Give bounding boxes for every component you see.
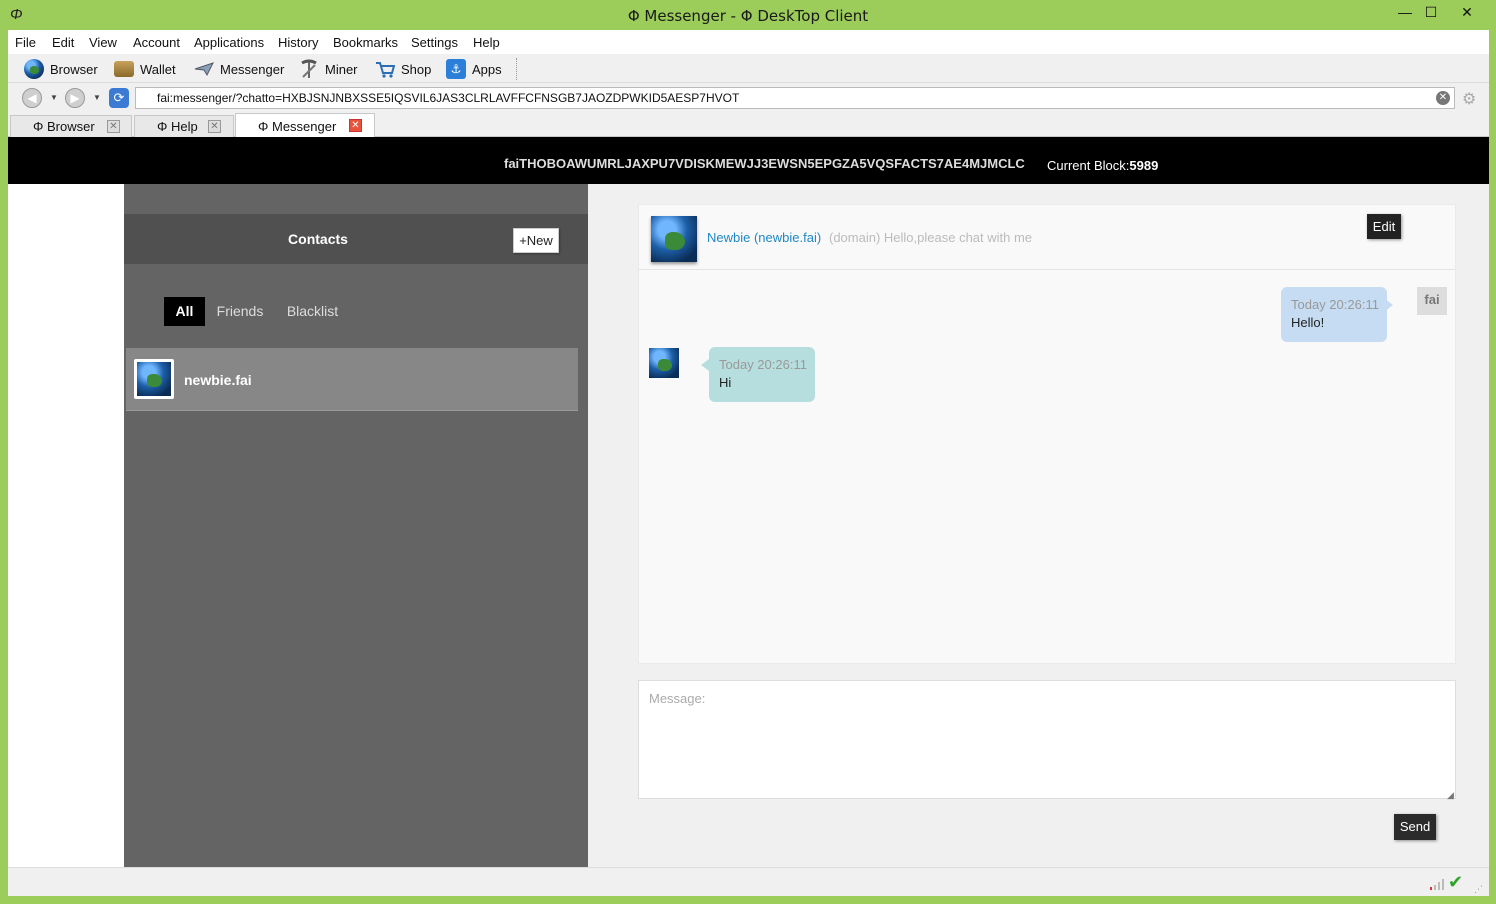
tab-close-icon[interactable]: ✕ [349, 119, 362, 132]
resize-grip-icon[interactable]: ◢ [1447, 790, 1454, 801]
account-header: faiTHOBOAWUMRLJAXPU7VDISKMEWJJ3EWSN5EPGZ… [8, 137, 1489, 184]
menu-history[interactable]: History [278, 35, 318, 50]
message-time: Today 20:26:11 [1291, 297, 1379, 312]
refresh-icon[interactable]: ⟳ [109, 88, 129, 108]
forward-dropdown-icon[interactable]: ▼ [93, 93, 101, 102]
tab-help-label: Φ Help [157, 119, 198, 134]
status-bar: ✔ ⋰ [8, 867, 1489, 896]
current-block-label: Current Block: [1047, 158, 1130, 173]
pickaxe-icon [301, 59, 317, 78]
url-text: fai:messenger/?chatto=HXBJSNJNBXSSE5IQSV… [157, 91, 740, 105]
toolbar-messenger-label: Messenger [220, 61, 285, 77]
window-resize-grip-icon[interactable]: ⋰ [1474, 884, 1483, 895]
signal-strength-icon [1430, 878, 1446, 890]
chat-area: Newbie (newbie.fai) (domain) Hello,pleas… [588, 184, 1489, 867]
menu-file[interactable]: File [15, 35, 36, 50]
incoming-message: Today 20:26:11 Hi [701, 347, 815, 402]
menu-account[interactable]: Account [133, 35, 180, 50]
new-contact-button[interactable]: +New [513, 228, 559, 253]
toolbar-separator [516, 58, 518, 80]
app-toolbar: Browser Wallet Messenger Miner Shop ⚓ Ap… [8, 54, 1489, 83]
menu-view[interactable]: View [89, 35, 117, 50]
menu-applications[interactable]: Applications [194, 35, 264, 50]
wallet-icon [114, 61, 134, 77]
tab-help[interactable]: Φ Help ✕ [134, 115, 234, 137]
current-block: Current Block:5989 [1047, 158, 1158, 173]
toolbar-browser-button[interactable]: Browser [24, 58, 98, 80]
tab-messenger-label: Φ Messenger [258, 119, 337, 134]
tab-browser-label: Φ Browser [33, 119, 95, 134]
toolbar-apps-label: Apps [472, 61, 502, 77]
back-dropdown-icon[interactable]: ▼ [50, 93, 58, 102]
contact-avatar [134, 359, 174, 399]
tab-bar: Φ Browser ✕ Φ Help ✕ Φ Messenger ✕ [8, 113, 1489, 137]
peer-info: (domain) Hello,please chat with me [829, 230, 1033, 245]
toolbar-miner-button[interactable]: Miner [299, 58, 358, 80]
globe-icon [137, 362, 171, 396]
contacts-header: Contacts +New [124, 214, 588, 264]
messenger-icon [194, 62, 214, 77]
filter-friends[interactable]: Friends [211, 297, 269, 326]
peer-name-link[interactable]: Newbie (newbie.fai) [707, 230, 821, 245]
message-time: Today 20:26:11 [719, 357, 807, 372]
tab-close-icon[interactable]: ✕ [208, 120, 221, 133]
connected-check-icon: ✔ [1448, 872, 1464, 892]
tab-messenger[interactable]: Φ Messenger ✕ [235, 113, 375, 137]
message-input[interactable] [638, 680, 1456, 799]
contact-list-item[interactable]: newbie.fai [126, 348, 578, 411]
chat-window: Newbie (newbie.fai) (domain) Hello,pleas… [638, 204, 1456, 664]
apps-icon: ⚓ [446, 59, 466, 79]
peer-avatar [651, 216, 697, 262]
clear-url-icon[interactable]: ✕ [1436, 91, 1450, 105]
close-button[interactable]: ✕ [1452, 2, 1482, 24]
tab-browser[interactable]: Φ Browser ✕ [10, 115, 132, 137]
menu-bar: File Edit View Account Applications Hist… [8, 30, 1489, 54]
gear-icon[interactable]: ⚙ [1462, 89, 1476, 109]
toolbar-wallet-button[interactable]: Wallet [114, 58, 176, 80]
menu-bookmarks[interactable]: Bookmarks [333, 35, 398, 50]
menu-edit[interactable]: Edit [52, 35, 74, 50]
maximize-button[interactable]: ☐ [1416, 2, 1446, 24]
menu-settings[interactable]: Settings [411, 35, 458, 50]
chat-header: Newbie (newbie.fai) (domain) Hello,pleas… [639, 205, 1455, 270]
account-address: faiTHOBOAWUMRLJAXPU7VDISKMEWJJ3EWSN5EPGZ… [504, 156, 1025, 171]
globe-icon [651, 216, 697, 262]
toolbar-miner-label: Miner [325, 61, 358, 77]
filter-all[interactable]: All [164, 297, 205, 326]
globe-icon [24, 59, 44, 79]
toolbar-apps-button[interactable]: ⚓ Apps [446, 58, 502, 80]
app-window: Φ Φ Messenger - Φ DeskTop Client — ☐ ✕ F… [0, 0, 1496, 904]
send-button[interactable]: Send [1394, 814, 1436, 840]
title-bar[interactable]: Φ Φ Messenger - Φ DeskTop Client — ☐ ✕ [0, 0, 1496, 30]
cart-icon [376, 62, 395, 78]
peer-message-avatar [649, 348, 679, 378]
toolbar-browser-label: Browser [50, 61, 98, 77]
contacts-title: Contacts [288, 231, 348, 247]
message-text: Hi [719, 375, 732, 390]
toolbar-messenger-button[interactable]: Messenger [194, 58, 284, 80]
edit-button[interactable]: Edit [1367, 214, 1401, 239]
filter-blacklist[interactable]: Blacklist [281, 297, 344, 326]
self-avatar: fai [1417, 287, 1447, 315]
tab-close-icon[interactable]: ✕ [107, 120, 120, 133]
menu-help[interactable]: Help [473, 35, 500, 50]
page-content: faiTHOBOAWUMRLJAXPU7VDISKMEWJJ3EWSN5EPGZ… [8, 137, 1489, 867]
client-area: File Edit View Account Applications Hist… [8, 30, 1489, 896]
contacts-panel: Contacts +New All Friends Blacklist newb… [124, 184, 588, 867]
address-bar: ◀ ▼ ▶ ▼ ⟳ fai:messenger/?chatto=HXBJSNJN… [8, 83, 1489, 113]
back-arrow-icon[interactable]: ◀ [22, 88, 42, 108]
message-text: Hello! [1291, 315, 1325, 330]
toolbar-shop-button[interactable]: Shop [375, 58, 431, 80]
window-title: Φ Messenger - Φ DeskTop Client [627, 7, 869, 25]
globe-icon [649, 348, 679, 378]
forward-arrow-icon[interactable]: ▶ [65, 88, 85, 108]
toolbar-wallet-label: Wallet [140, 61, 176, 77]
url-field[interactable]: fai:messenger/?chatto=HXBJSNJNBXSSE5IQSV… [135, 87, 1455, 109]
toolbar-shop-label: Shop [401, 61, 432, 77]
current-block-value: 5989 [1129, 158, 1159, 173]
contact-name: newbie.fai [184, 372, 252, 388]
outgoing-message: Today 20:26:11 Hello! [1281, 287, 1393, 342]
